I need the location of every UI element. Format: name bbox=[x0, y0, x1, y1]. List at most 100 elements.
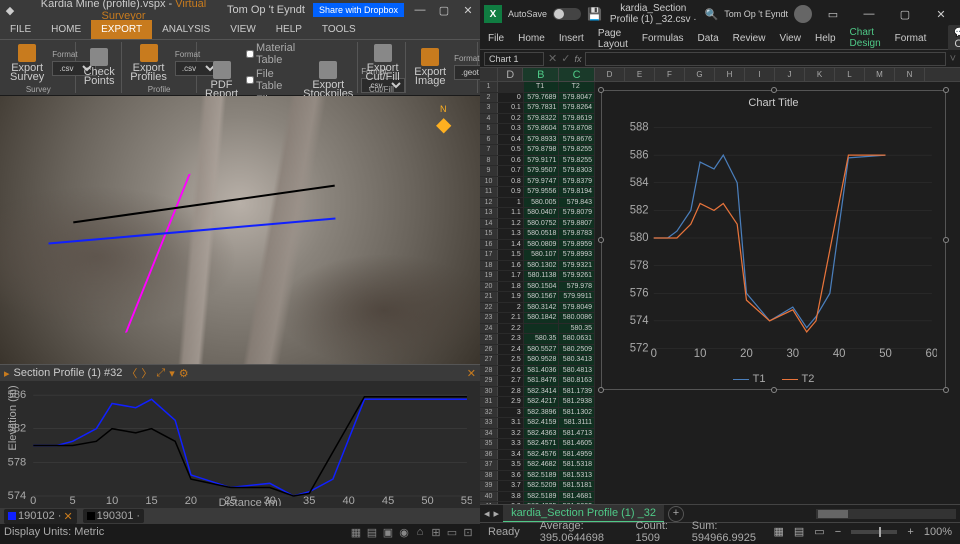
export-survey-button[interactable]: Export Survey bbox=[6, 42, 48, 84]
normal-view-icon[interactable]: ▦ bbox=[773, 525, 783, 538]
resize-handle[interactable] bbox=[943, 387, 949, 393]
tab-review[interactable]: Review bbox=[731, 29, 768, 48]
panel-close-icon[interactable]: ✕ bbox=[467, 367, 476, 380]
file-table-check[interactable]: File Table bbox=[246, 68, 295, 92]
resize-handle[interactable] bbox=[771, 387, 777, 393]
zoom-in-button[interactable]: + bbox=[907, 526, 913, 538]
tool-icon[interactable]: ⊡ bbox=[460, 526, 476, 539]
tab-page-layout[interactable]: Page Layout bbox=[596, 24, 630, 54]
chart-canvas-area[interactable]: DEFGHIJKLMN Chart Title 5725745765785805… bbox=[595, 68, 960, 504]
panel-next-button[interactable]: 〉 bbox=[141, 365, 152, 381]
cancel-icon[interactable]: ✕ bbox=[548, 52, 557, 65]
compass-icon[interactable] bbox=[428, 106, 460, 138]
table-row[interactable]: 222580.3142579.8049 bbox=[480, 303, 595, 314]
tab-analysis[interactable]: ANALYSIS bbox=[152, 20, 220, 39]
panel-settings-icon[interactable]: ⚙ bbox=[179, 367, 189, 380]
export-cutfill-button[interactable]: Export Cut/Fill bbox=[362, 42, 404, 84]
tab-help[interactable]: Help bbox=[813, 29, 838, 48]
share-dropbox-button[interactable]: Share with Dropbox bbox=[313, 3, 404, 17]
autosave-toggle[interactable] bbox=[553, 8, 581, 20]
table-row[interactable]: 201.8580.1504579.978 bbox=[480, 282, 595, 293]
tab-tools[interactable]: TOOLS bbox=[312, 20, 366, 39]
maximize-button[interactable]: ▢ bbox=[432, 4, 456, 17]
table-row[interactable]: 181.6580.1302579.9321 bbox=[480, 261, 595, 272]
legend-chip[interactable]: 190301 · bbox=[83, 509, 144, 523]
fx-icon[interactable]: fx bbox=[574, 54, 581, 64]
horizontal-scrollbar[interactable] bbox=[816, 509, 956, 519]
profile-chart[interactable]: Elevation (m)574578582586051015202530354… bbox=[8, 385, 472, 506]
table-row[interactable]: 80.6579.9171579.8255 bbox=[480, 156, 595, 167]
enter-icon[interactable]: ✓ bbox=[561, 52, 570, 65]
table-row[interactable]: 242.2580.35 bbox=[480, 324, 595, 335]
table-row[interactable]: 363.4582.4576581.4959 bbox=[480, 450, 595, 461]
table-row[interactable]: 40.2579.8322579.8619 bbox=[480, 114, 595, 125]
table-row[interactable]: 100.8579.9747579.8379 bbox=[480, 177, 595, 188]
resize-handle[interactable] bbox=[771, 87, 777, 93]
tab-home[interactable]: HOME bbox=[41, 20, 91, 39]
panel-filter-icon[interactable]: ▾ bbox=[169, 367, 175, 380]
tab-help[interactable]: HELP bbox=[266, 20, 312, 39]
table-row[interactable]: 373.5582.4682581.5318 bbox=[480, 460, 595, 471]
tab-view[interactable]: View bbox=[777, 29, 803, 48]
tab-file[interactable]: File bbox=[486, 29, 506, 48]
tool-icon[interactable]: ◉ bbox=[396, 526, 412, 539]
zoom-out-button[interactable]: − bbox=[835, 526, 841, 538]
sheet-nav-next[interactable]: ▸ bbox=[494, 507, 500, 520]
resize-handle[interactable] bbox=[598, 237, 604, 243]
table-row[interactable]: 262.4580.5527580.2509 bbox=[480, 345, 595, 356]
table-row[interactable]: 161.4580.0809579.8959 bbox=[480, 240, 595, 251]
resize-handle[interactable] bbox=[943, 237, 949, 243]
export-stockpiles-button[interactable]: Export Stockpiles bbox=[299, 59, 357, 101]
check-points-button[interactable]: Check Points bbox=[80, 46, 119, 88]
ribbon-options-icon[interactable]: ▭ bbox=[818, 8, 848, 21]
zoom-level[interactable]: 100% bbox=[924, 526, 952, 538]
table-row[interactable]: 383.6582.5189581.5313 bbox=[480, 471, 595, 482]
table-row[interactable]: 312.9582.4217581.2938 bbox=[480, 397, 595, 408]
table-row[interactable]: 90.7579.9507579.8303 bbox=[480, 166, 595, 177]
page-break-icon[interactable]: ▭ bbox=[814, 525, 824, 538]
comments-button[interactable]: 💬 Comments bbox=[948, 25, 960, 52]
resize-handle[interactable] bbox=[943, 87, 949, 93]
table-row[interactable]: 60.4579.8933579.8676 bbox=[480, 135, 595, 146]
tool-icon[interactable]: ⌂ bbox=[412, 526, 428, 538]
table-row[interactable]: 191.7580.1138579.9261 bbox=[480, 271, 595, 282]
terrain-3d-view[interactable] bbox=[0, 96, 480, 364]
table-row[interactable]: 110.9579.9556579.8194 bbox=[480, 187, 595, 198]
sheet-nav-prev[interactable]: ◂ bbox=[484, 507, 490, 520]
table-row[interactable]: 131.1580.0407579.8079 bbox=[480, 208, 595, 219]
tab-home[interactable]: Home bbox=[516, 29, 547, 48]
table-row[interactable]: 252.3580.35580.0631 bbox=[480, 334, 595, 345]
table-row[interactable]: 393.7582.5209581.5181 bbox=[480, 481, 595, 492]
table-row[interactable]: 30.1579.7831579.8264 bbox=[480, 103, 595, 114]
close-button[interactable]: ✕ bbox=[456, 4, 480, 17]
maximize-button[interactable]: ▢ bbox=[890, 8, 920, 21]
table-row[interactable]: 20579.7689579.8047 bbox=[480, 93, 595, 104]
table-row[interactable]: 353.3582.4571581.4605 bbox=[480, 439, 595, 450]
table-row[interactable]: 151.3580.0518579.8783 bbox=[480, 229, 595, 240]
tab-insert[interactable]: Insert bbox=[557, 29, 586, 48]
table-row[interactable]: 272.5580.9528580.3413 bbox=[480, 355, 595, 366]
table-row[interactable]: 232.1580.1842580.0086 bbox=[480, 313, 595, 324]
table-row[interactable]: 141.2580.0752579.8807 bbox=[480, 219, 595, 230]
name-box[interactable] bbox=[484, 52, 544, 66]
resize-handle[interactable] bbox=[598, 87, 604, 93]
chart-title[interactable]: Chart Title bbox=[602, 91, 945, 115]
panel-prev-button[interactable]: 〈 bbox=[126, 365, 137, 381]
material-table-check[interactable]: Material Table bbox=[246, 42, 295, 66]
minimize-button[interactable]: — bbox=[854, 8, 884, 20]
table-row[interactable]: 121580.005579.843 bbox=[480, 198, 595, 209]
table-row[interactable]: 211.9580.1567579.9911 bbox=[480, 292, 595, 303]
chart-object[interactable]: Chart Title 5725745765785805825845865880… bbox=[601, 90, 946, 390]
table-row[interactable]: 282.6581.4036580.4813 bbox=[480, 366, 595, 377]
tool-icon[interactable]: ▦ bbox=[348, 526, 364, 539]
table-row[interactable]: 70.5579.8798579.8255 bbox=[480, 145, 595, 156]
save-icon[interactable]: 💾 bbox=[587, 7, 602, 21]
resize-handle[interactable] bbox=[598, 387, 604, 393]
formula-input[interactable] bbox=[585, 52, 945, 66]
table-row[interactable]: 171.5580.107579.8993 bbox=[480, 250, 595, 261]
chart-legend[interactable]: T1 T2 bbox=[602, 373, 945, 385]
tool-icon[interactable]: ▭ bbox=[444, 526, 460, 539]
table-row[interactable]: 292.7581.8476580.8163 bbox=[480, 376, 595, 387]
avatar[interactable] bbox=[794, 5, 812, 23]
expand-fbar-icon[interactable]: ˅ bbox=[950, 53, 956, 65]
